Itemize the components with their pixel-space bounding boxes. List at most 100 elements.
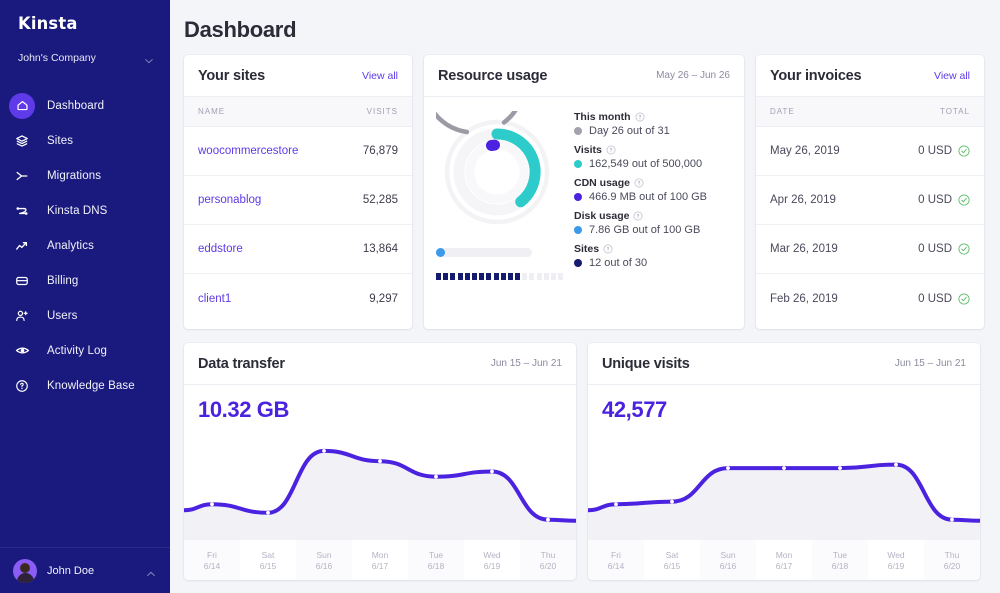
- view-all-sites-link[interactable]: View all: [362, 70, 398, 82]
- sidebar-item-users[interactable]: Users: [0, 298, 170, 333]
- x-axis-tick: Tue 6/18: [812, 540, 868, 580]
- x-axis-day: Tue: [832, 549, 848, 560]
- legend-value-row: 466.9 MB out of 100 GB: [574, 191, 732, 203]
- user-menu[interactable]: John Doe: [0, 547, 170, 593]
- x-axis-tick: Tue 6/18: [408, 540, 464, 580]
- legend-value-row: Day 26 out of 31: [574, 125, 732, 137]
- resource-legend: This month Day 26 out of 31 Visits 162,5…: [566, 107, 732, 329]
- question-circle-icon[interactable]: [634, 178, 644, 188]
- table-row[interactable]: Mar 26, 2019 0 USD: [756, 225, 984, 274]
- app-root: Kinsta John's Company Dashboard Sites Mi…: [0, 0, 1000, 593]
- check-circle-icon: [958, 243, 970, 255]
- legend-label: This month: [574, 111, 732, 123]
- bottom-charts-row: Data transfer Jun 15 – Jun 21 10.32 GB F…: [170, 329, 1000, 580]
- avatar: [13, 558, 37, 583]
- x-axis-date: 6/14: [203, 560, 221, 571]
- sidebar-item-label: Sites: [47, 134, 74, 147]
- sites-segment: [486, 273, 492, 280]
- invoice-date: May 26, 2019: [770, 145, 840, 157]
- card-header: Data transfer Jun 15 – Jun 21: [184, 343, 576, 385]
- top-cards-row: Your sites View all NAME VISITS woocomme…: [170, 43, 1000, 329]
- sidebar-item-analytics[interactable]: Analytics: [0, 228, 170, 263]
- sites-segment: [551, 273, 556, 280]
- invoice-date: Feb 26, 2019: [770, 292, 838, 305]
- table-row[interactable]: Feb 26, 2019 0 USD: [756, 274, 984, 323]
- x-axis-date: 6/19: [887, 560, 905, 571]
- table-row[interactable]: personablog 52,285: [184, 176, 412, 225]
- chart-x-axis: Fri 6/14 Sat 6/15 Sun 6/16 Mon 6/17 Tue 6/18 Wed 6/…: [184, 540, 576, 580]
- sites-segment-meter: [436, 273, 566, 280]
- legend-value: 7.86 GB out of 100 GB: [589, 224, 701, 236]
- legend-dot: [574, 226, 582, 234]
- column-header-name: NAME: [198, 107, 226, 116]
- home-icon: [9, 92, 35, 119]
- site-name[interactable]: personablog: [198, 194, 261, 206]
- x-axis-day: Fri: [207, 549, 217, 560]
- sidebar-item-billing[interactable]: Billing: [0, 263, 170, 298]
- sidebar-nav: Dashboard Sites Migrations Kinsta DNS An…: [0, 88, 170, 403]
- sidebar-item-dashboard[interactable]: Dashboard: [0, 88, 170, 123]
- legend-value: 12 out of 30: [589, 257, 648, 269]
- site-name[interactable]: client1: [198, 293, 231, 305]
- sites-segment: [558, 273, 564, 280]
- table-header: NAME VISITS: [184, 97, 412, 127]
- legend-dot: [574, 160, 582, 168]
- sidebar-item-sites[interactable]: Sites: [0, 123, 170, 158]
- chevron-down-icon: [144, 53, 154, 64]
- table-row[interactable]: woocommercestore 76,879: [184, 127, 412, 176]
- chevron-up-icon: [146, 566, 156, 576]
- x-axis-day: Sat: [665, 549, 679, 560]
- sidebar-item-kinsta-dns[interactable]: Kinsta DNS: [0, 193, 170, 228]
- table-row[interactable]: client1 9,297: [184, 274, 412, 323]
- x-axis-tick: Wed 6/19: [464, 540, 520, 580]
- resource-usage-card: Resource usage May 26 – Jun 26 This mont…: [424, 55, 744, 329]
- chart-value: 42,577: [602, 397, 667, 422]
- sites-segment: [471, 273, 477, 280]
- sidebar-item-knowledge-base[interactable]: Knowledge Base: [0, 368, 170, 403]
- legend-this-month: This month Day 26 out of 31: [574, 111, 732, 137]
- question-circle-icon[interactable]: [606, 145, 616, 155]
- table-row[interactable]: eddstore 13,864: [184, 225, 412, 274]
- arrow-merge-icon: [9, 163, 35, 189]
- question-circle-icon[interactable]: [603, 244, 613, 254]
- date-range: May 26 – Jun 26: [656, 70, 730, 81]
- legend-label: Sites: [574, 243, 732, 255]
- invoice-date: Mar 26, 2019: [770, 243, 838, 255]
- x-axis-tick: Thu 6/20: [520, 540, 576, 580]
- sites-segment: [507, 273, 513, 280]
- x-axis-tick: Sat 6/15: [240, 540, 296, 580]
- x-axis-day: Thu: [540, 549, 556, 560]
- table-row[interactable]: Apr 26, 2019 0 USD: [756, 176, 984, 225]
- column-header-date: DATE: [770, 107, 795, 116]
- resource-visuals: [424, 55, 566, 329]
- sidebar-item-activity-log[interactable]: Activity Log: [0, 333, 170, 368]
- x-axis-tick: Sun 6/16: [296, 540, 352, 580]
- x-axis-date: 6/14: [607, 560, 625, 571]
- question-circle-icon[interactable]: [635, 112, 645, 122]
- company-switcher[interactable]: John's Company: [0, 40, 170, 70]
- disk-usage-progress-fill: [436, 248, 445, 257]
- column-header-total: TOTAL: [939, 107, 970, 116]
- legend-value: Day 26 out of 31: [589, 125, 670, 137]
- credit-card-icon: [9, 268, 35, 294]
- legend-disk-usage: Disk usage 7.86 GB out of 100 GB: [574, 210, 732, 236]
- card-title: Unique visits: [602, 355, 690, 372]
- question-circle-icon[interactable]: [633, 211, 643, 221]
- x-axis-day: Sun: [316, 549, 332, 560]
- check-circle-icon: [958, 194, 970, 206]
- view-all-invoices-link[interactable]: View all: [934, 70, 970, 82]
- sidebar-item-migrations[interactable]: Migrations: [0, 158, 170, 193]
- site-name[interactable]: eddstore: [198, 243, 243, 255]
- sidebar-item-label: Dashboard: [47, 99, 105, 112]
- user-name: John Doe: [47, 564, 95, 577]
- legend-label: Visits: [574, 144, 732, 156]
- sites-segment: [493, 273, 499, 280]
- chart-plot-area: [588, 428, 980, 540]
- x-axis-date: 6/18: [831, 560, 849, 571]
- sidebar-item-label: Activity Log: [47, 344, 108, 357]
- table-row[interactable]: May 26, 2019 0 USD: [756, 127, 984, 176]
- invoice-total: 0 USD: [918, 243, 970, 255]
- trend-up-icon: [9, 233, 35, 259]
- invoice-total: 0 USD: [918, 194, 970, 206]
- site-name[interactable]: woocommercestore: [198, 145, 298, 157]
